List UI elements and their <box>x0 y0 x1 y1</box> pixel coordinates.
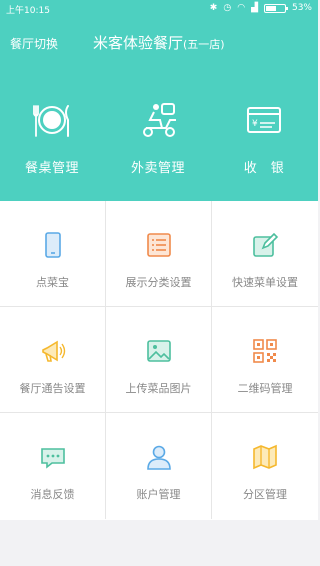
grid-item-quick-menu[interactable]: 快速菜单设置 <box>212 201 318 307</box>
header: 上午10:15 ✱ ◷ ◠ ▟ 53% 餐厅切换 米客体验餐厅(五一店) 餐桌管… <box>0 0 318 201</box>
alarm-icon: ◷ <box>223 3 232 13</box>
grid-item-label: 上传菜品图片 <box>125 382 192 395</box>
grid-item-category-settings[interactable]: 展示分类设置 <box>106 201 212 307</box>
megaphone-icon <box>42 340 66 362</box>
svg-text:¥: ¥ <box>252 119 258 129</box>
grid-item-label: 二维码管理 <box>237 382 293 395</box>
grid-item-qr-code[interactable]: 二维码管理 <box>212 307 318 413</box>
wifi-icon: ◠ <box>237 3 246 13</box>
delivery-scooter-icon <box>143 103 176 137</box>
list-icon <box>147 233 171 257</box>
map-icon <box>253 444 277 470</box>
grid-item-feedback[interactable]: 消息反馈 <box>0 413 106 519</box>
status-time: 上午10:15 <box>6 6 50 16</box>
grid-item-zones[interactable]: 分区管理 <box>212 413 318 519</box>
grid-item-label: 快速菜单设置 <box>232 276 298 289</box>
cashier-button[interactable]: ¥ 收 银 <box>214 98 314 176</box>
delivery-management-button[interactable]: 外卖管理 <box>108 98 208 176</box>
bluetooth-icon: ✱ <box>209 3 218 13</box>
status-icons: ✱ ◷ ◠ ▟ 53% <box>210 3 312 13</box>
restaurant-switch-button[interactable]: 餐厅切换 <box>10 35 58 52</box>
grid-item-upload-images[interactable]: 上传菜品图片 <box>106 307 212 413</box>
edit-icon <box>253 232 279 257</box>
table-management-button[interactable]: 餐桌管理 <box>2 98 102 176</box>
grid-item-label: 点菜宝 <box>36 276 69 289</box>
feature-grid: 点菜宝 展示分类设置 快速菜单设置 餐厅通告设置 上传菜品图片 二维码管理 消息… <box>0 201 318 520</box>
restaurant-name: 米客体验餐厅 <box>93 34 184 52</box>
hero-label: 餐桌管理 <box>24 161 79 176</box>
status-bar: 上午10:15 ✱ ◷ ◠ ▟ 53% <box>0 0 318 18</box>
image-icon <box>147 340 171 362</box>
qr-code-icon <box>253 339 277 363</box>
signal-icon: ▟ <box>251 3 258 13</box>
cashier-card-icon: ¥ <box>247 107 281 133</box>
hero-label: 收 银 <box>243 161 285 176</box>
grid-item-label: 消息反馈 <box>30 488 75 501</box>
grid-item-label: 餐厅通告设置 <box>19 382 86 395</box>
page-title: 米客体验餐厅(五一店) <box>93 32 225 53</box>
tableware-icon <box>33 105 69 137</box>
hero-label: 外卖管理 <box>130 161 185 176</box>
grid-item-label: 账户管理 <box>136 488 181 501</box>
battery-percent: 53% <box>291 3 312 13</box>
chat-icon <box>41 448 65 469</box>
user-icon <box>147 445 171 470</box>
restaurant-branch: (五一店) <box>183 38 225 51</box>
grid-item-announcement[interactable]: 餐厅通告设置 <box>0 307 106 413</box>
phone-icon <box>45 232 61 258</box>
grid-item-label: 分区管理 <box>243 488 287 501</box>
battery-icon <box>263 3 288 13</box>
grid-item-account[interactable]: 账户管理 <box>106 413 212 519</box>
grid-item-label: 展示分类设置 <box>125 276 192 289</box>
grid-item-order-device[interactable]: 点菜宝 <box>0 201 106 307</box>
